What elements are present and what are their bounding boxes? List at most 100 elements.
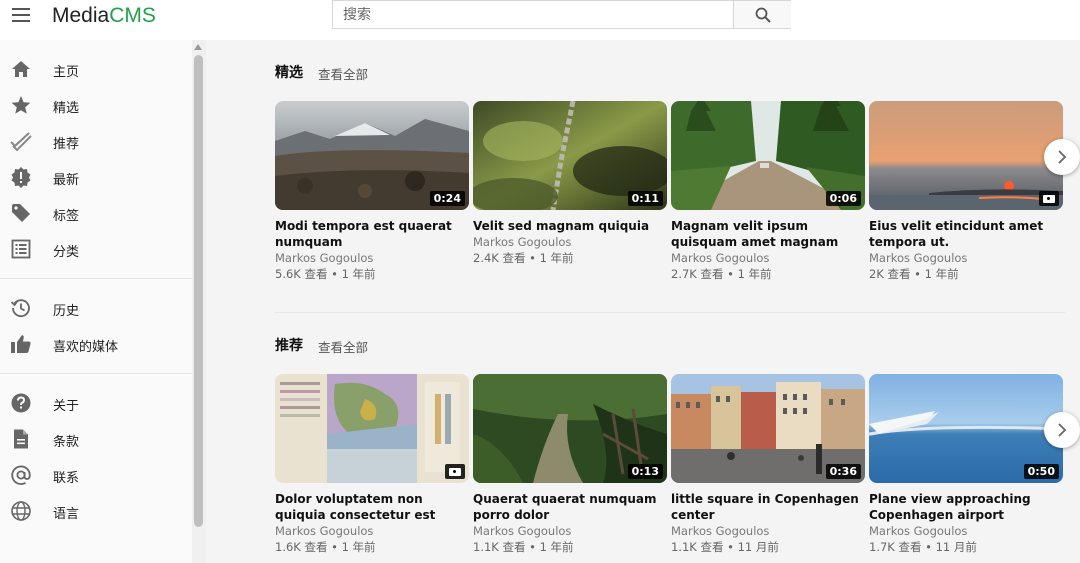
menu-icon[interactable]	[12, 8, 30, 22]
media-card[interactable]: 0:50 Plane view approaching Copenhagen a…	[869, 374, 1063, 555]
video-thumbnail[interactable]: 0:13	[473, 374, 667, 483]
sidebar-item-label: 标签	[53, 209, 80, 224]
sidebar-item-liked[interactable]: 喜欢的媒体	[0, 329, 192, 359]
home-icon	[12, 61, 30, 77]
media-title[interactable]: Eius velit etincidunt amet tempora ut.	[869, 218, 1063, 250]
media-meta: 2K 查看 • 1 年前	[869, 267, 959, 281]
search-box	[332, 0, 791, 29]
duration-badge: 0:11	[627, 191, 663, 206]
duration-badge: 0:13	[627, 464, 663, 479]
sidebar: 主页 精选 推荐 最新 标签 分类 历史 喜欢的媒体 关于 条款 联系 语言	[0, 40, 192, 563]
list-icon	[11, 239, 31, 259]
sidebar-item-label: 关于	[53, 399, 80, 414]
media-title[interactable]: Velit sed magnam quiquia amet.	[473, 218, 667, 234]
media-meta: 2.4K 查看 • 1 年前	[473, 251, 574, 265]
video-thumbnail[interactable]: 0:11	[473, 101, 667, 210]
globe-icon	[11, 501, 31, 521]
sidebar-item-terms[interactable]: 条款	[0, 424, 192, 454]
media-card[interactable]: 0:06 Magnam velit ipsum quisquam amet ma…	[671, 101, 865, 282]
media-meta: 1.7K 查看 • 11 月前	[869, 540, 977, 554]
media-author[interactable]: Markos Gogoulos	[869, 250, 1063, 266]
tag-icon	[12, 204, 30, 222]
media-card[interactable]: 0:24 Modi tempora est quaerat numquam Ma…	[275, 101, 469, 282]
carousel-next-button[interactable]	[1044, 139, 1080, 175]
section-title-featured: 精选	[275, 65, 303, 81]
video-thumbnail[interactable]: 0:36	[671, 374, 865, 483]
view-all-link[interactable]: 查看全部	[318, 64, 368, 83]
sidebar-item-tags[interactable]: 标签	[0, 198, 192, 228]
media-card[interactable]: Dolor voluptatem non quiquia consectetur…	[275, 374, 469, 555]
sidebar-item-about[interactable]: 关于	[0, 388, 192, 418]
star-icon	[11, 96, 31, 114]
logo-text-cms: CMS	[109, 4, 156, 27]
media-author[interactable]: Markos Gogoulos	[275, 523, 469, 539]
sidebar-item-history[interactable]: 历史	[0, 293, 192, 323]
media-title[interactable]: Dolor voluptatem non quiquia consectetur…	[275, 491, 469, 523]
sidebar-item-label: 最新	[53, 173, 80, 188]
media-card[interactable]: 0:13 Quaerat quaerat numquam porro dolor…	[473, 374, 667, 555]
search-icon	[755, 7, 771, 23]
photo-thumbnail[interactable]	[869, 101, 1063, 210]
media-meta: 1.1K 查看 • 1 年前	[473, 540, 574, 554]
view-all-link[interactable]: 查看全部	[318, 337, 368, 356]
search-input[interactable]	[333, 1, 733, 28]
media-meta: 2.7K 查看 • 1 年前	[671, 267, 772, 281]
scrollbar-thumb[interactable]	[194, 55, 203, 527]
media-author[interactable]: Markos Gogoulos	[473, 523, 667, 539]
sidebar-item-recommended[interactable]: 推荐	[0, 126, 192, 156]
sidebar-item-label: 喜欢的媒体	[53, 340, 119, 355]
sidebar-item-latest[interactable]: 最新	[0, 162, 192, 192]
media-title[interactable]: Magnam velit ipsum quisquam amet magnam …	[671, 218, 865, 250]
media-title[interactable]: Modi tempora est quaerat numquam	[275, 218, 469, 250]
checkmark-icon	[10, 132, 32, 152]
photo-thumbnail[interactable]	[275, 374, 469, 483]
section-divider	[275, 312, 1065, 313]
sidebar-item-categories[interactable]: 分类	[0, 234, 192, 264]
media-title[interactable]: Plane view approaching Copenhagen airpor…	[869, 491, 1063, 523]
carousel-next-button[interactable]	[1044, 412, 1080, 448]
sidebar-item-language[interactable]: 语言	[0, 496, 192, 526]
at-icon	[11, 465, 31, 485]
media-card[interactable]: Eius velit etincidunt amet tempora ut. M…	[869, 101, 1063, 282]
search-button[interactable]	[733, 1, 791, 28]
sidebar-item-label: 分类	[53, 245, 80, 260]
sidebar-item-featured[interactable]: 精选	[0, 90, 192, 120]
media-author[interactable]: Markos Gogoulos	[671, 523, 865, 539]
sidebar-item-home[interactable]: 主页	[0, 54, 192, 84]
sidebar-item-label: 联系	[53, 471, 80, 486]
sidebar-divider	[0, 373, 192, 374]
duration-badge: 0:50	[1023, 464, 1059, 479]
section-title-recommended: 推荐	[275, 338, 303, 354]
chevron-right-icon	[1058, 150, 1067, 164]
video-thumbnail[interactable]: 0:50	[869, 374, 1063, 483]
sidebar-item-label: 精选	[53, 101, 80, 116]
media-title[interactable]: Quaerat quaerat numquam porro dolor	[473, 491, 667, 523]
sidebar-item-label: 历史	[53, 304, 80, 319]
media-card[interactable]: 0:36 little square in Copenhagen center …	[671, 374, 865, 555]
camera-icon	[445, 464, 465, 479]
duration-badge: 0:06	[825, 191, 861, 206]
media-author[interactable]: Markos Gogoulos	[473, 234, 667, 250]
sidebar-item-label: 推荐	[53, 137, 80, 152]
sidebar-item-label: 语言	[53, 507, 80, 522]
media-card[interactable]: 0:11 Velit sed magnam quiquia amet. Mark…	[473, 101, 667, 266]
video-thumbnail[interactable]: 0:06	[671, 101, 865, 210]
media-author[interactable]: Markos Gogoulos	[275, 250, 469, 266]
media-author[interactable]: Markos Gogoulos	[869, 523, 1063, 539]
media-meta: 1.1K 查看 • 11 月前	[671, 540, 779, 554]
logo-text-media: Media	[52, 4, 110, 27]
media-meta: 1.6K 查看 • 1 年前	[275, 540, 376, 554]
new-badge-icon	[11, 167, 31, 188]
chevron-right-icon	[1058, 423, 1067, 437]
scroll-up-arrow[interactable]	[194, 44, 202, 50]
site-logo[interactable]: MediaCMS	[52, 4, 156, 28]
top-header: MediaCMS	[0, 0, 1080, 40]
sidebar-item-contact[interactable]: 联系	[0, 460, 192, 490]
thumbs-up-icon	[11, 335, 31, 353]
sidebar-divider	[0, 278, 192, 279]
media-title[interactable]: little square in Copenhagen center	[671, 491, 865, 523]
media-author[interactable]: Markos Gogoulos	[671, 250, 865, 266]
video-thumbnail[interactable]: 0:24	[275, 101, 469, 210]
media-meta: 5.6K 查看 • 1 年前	[275, 267, 376, 281]
duration-badge: 0:36	[825, 464, 861, 479]
